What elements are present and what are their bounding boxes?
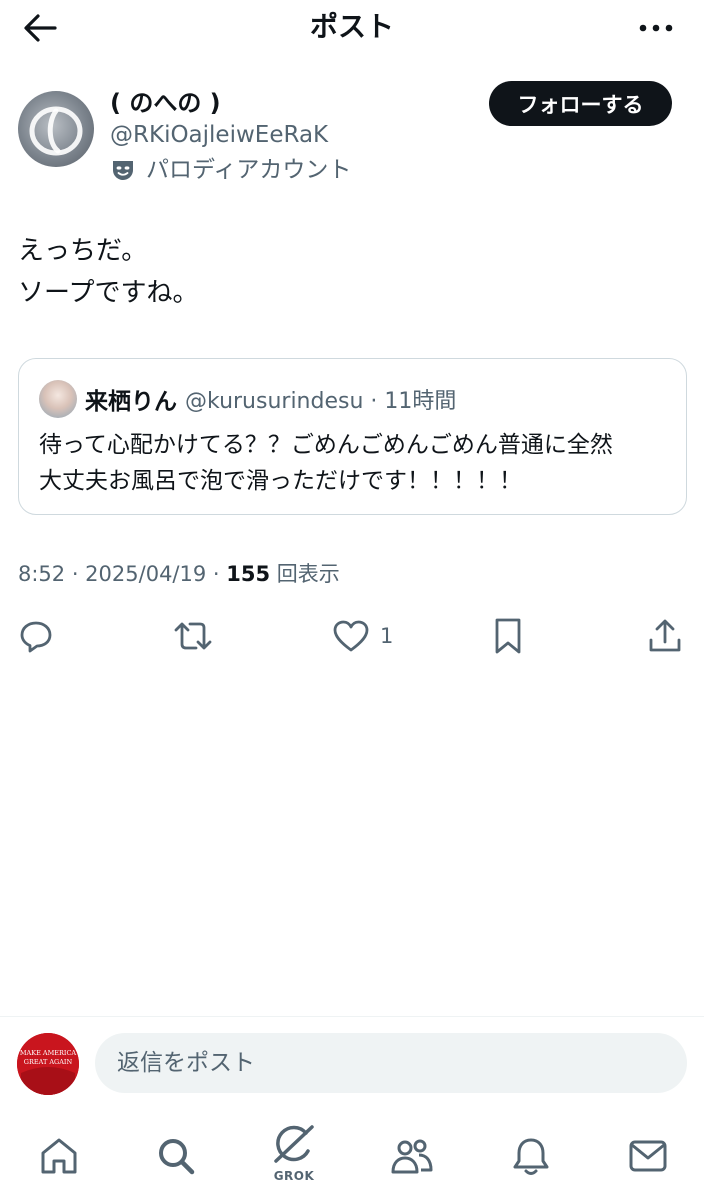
- author-display-name[interactable]: ( のへの ): [110, 88, 221, 118]
- like-count: 1: [380, 624, 394, 648]
- communities-icon: [391, 1139, 433, 1174]
- more-horizontal-icon: [639, 24, 673, 32]
- reply-input[interactable]: [95, 1033, 687, 1093]
- mail-icon: [629, 1140, 667, 1172]
- reply-icon: [20, 621, 52, 653]
- current-user-avatar[interactable]: MAKE AMERICA GREAT AGAIN: [17, 1033, 79, 1095]
- more-button[interactable]: [636, 8, 676, 48]
- quote-text: 待って心配かけてる？？ごめんごめんごめん普通に全然 大丈夫お風呂で泡で滑っただけ…: [39, 427, 679, 499]
- quote-line: 大丈夫お風呂で泡で滑っただけです！！！！！: [39, 468, 522, 494]
- top-bar: ポスト: [0, 0, 704, 56]
- post-meta: 8:52 · 2025/04/19 · 155 回表示: [18, 558, 340, 590]
- post-actions: 1: [0, 612, 704, 660]
- tab-home[interactable]: [29, 1126, 89, 1186]
- tab-communities[interactable]: [382, 1126, 442, 1186]
- repost-button[interactable]: [172, 616, 214, 656]
- home-icon: [41, 1138, 77, 1174]
- heart-icon: [333, 620, 369, 652]
- follow-button[interactable]: フォローする: [489, 81, 672, 126]
- bell-icon: [513, 1138, 549, 1175]
- svg-text:MAKE AMERICA: MAKE AMERICA: [20, 1049, 77, 1057]
- quote-header: 来栖りん @kurusurindesu · 11時間: [85, 383, 456, 415]
- grok-icon: [274, 1125, 314, 1163]
- quote-author-name: 来栖りん: [85, 389, 177, 415]
- post-timestamp[interactable]: 8:52 · 2025/04/19 ·: [18, 562, 226, 586]
- share-button[interactable]: [648, 616, 682, 656]
- tab-search[interactable]: [146, 1126, 206, 1186]
- author-handle[interactable]: @RKiOajleiwEeRaK: [110, 120, 328, 150]
- author-avatar[interactable]: [18, 91, 94, 167]
- share-icon: [649, 619, 681, 652]
- post-line: えっちだ。: [18, 236, 148, 266]
- red-cap-image: MAKE AMERICA GREAT AGAIN: [17, 1033, 79, 1095]
- tab-messages[interactable]: [618, 1126, 678, 1186]
- tab-grok[interactable]: GROK: [264, 1120, 324, 1186]
- bookmark-button[interactable]: [492, 616, 524, 656]
- post-line: ソープですね。: [18, 278, 199, 308]
- reply-button[interactable]: [18, 616, 54, 656]
- svg-text:GREAT AGAIN: GREAT AGAIN: [24, 1058, 73, 1066]
- parody-mask-icon: [113, 161, 133, 180]
- parody-badge: パロディアカウント: [110, 155, 351, 185]
- search-icon: [159, 1139, 195, 1175]
- views-label: 回表示: [270, 562, 340, 586]
- avatar-image: [29, 106, 83, 156]
- like-button[interactable]: 1: [332, 616, 393, 656]
- bookmark-icon: [495, 618, 521, 654]
- repost-icon: [174, 622, 212, 650]
- quote-author-avatar[interactable]: [39, 380, 77, 418]
- quote-line: 待って心配かけてる？？ごめんごめんごめん普通に全然: [39, 432, 613, 458]
- grok-label: GROK: [273, 1169, 315, 1183]
- quote-handle-time: @kurusurindesu · 11時間: [185, 389, 457, 414]
- page-title: ポスト: [309, 10, 394, 43]
- reply-composer-bar: MAKE AMERICA GREAT AGAIN: [0, 1016, 704, 1108]
- bottom-tab-bar: GROK: [0, 1108, 704, 1200]
- post-text: えっちだ。 ソープですね。: [18, 230, 678, 314]
- tab-notifications[interactable]: [501, 1126, 561, 1186]
- views-count: 155: [226, 562, 271, 586]
- quoted-post-card[interactable]: 来栖りん @kurusurindesu · 11時間 待って心配かけてる？？ごめ…: [18, 358, 687, 515]
- parody-label: パロディアカウント: [146, 157, 352, 183]
